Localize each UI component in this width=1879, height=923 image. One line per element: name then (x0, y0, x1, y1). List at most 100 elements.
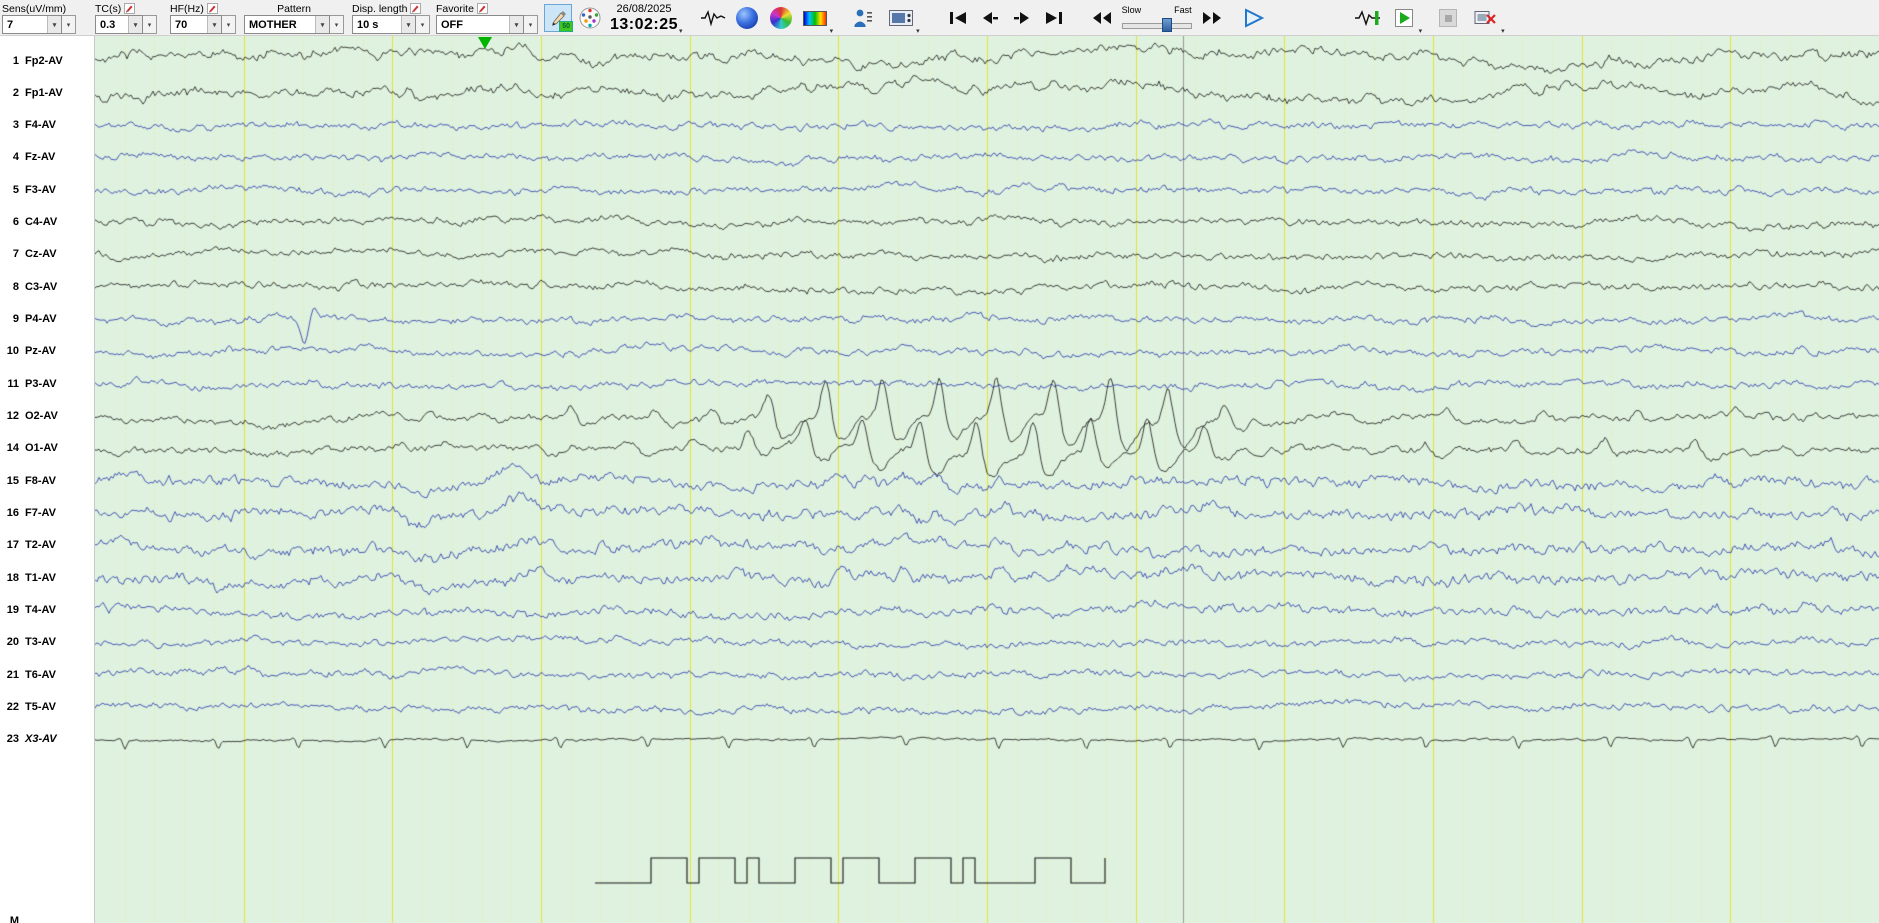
channel-row[interactable]: 7 Cz-AV (0, 246, 94, 263)
step-back-button[interactable] (976, 4, 1004, 32)
tc-select[interactable]: 0.3 ▾ (95, 15, 143, 34)
topo-map-button[interactable] (733, 4, 761, 32)
electrode-map-button[interactable] (576, 4, 604, 32)
video-button[interactable] (887, 4, 915, 32)
sensitivity-group: Sens(uV/mm) 7 ▾ ▾ (2, 0, 76, 34)
fast-label: Fast (1174, 4, 1192, 15)
channel-number: 9 (12, 313, 19, 326)
datetime-display: 26/08/2025 13:02:25 (610, 0, 678, 33)
channel-row[interactable]: 11 P3-AV (0, 375, 94, 392)
channel-row[interactable]: 5 F3-AV (0, 181, 94, 198)
channel-label: X3-AV (25, 733, 57, 746)
monitor-x-icon (1474, 9, 1498, 27)
close-review-button[interactable] (1472, 4, 1500, 32)
channel-row[interactable]: 6 C4-AV (0, 214, 94, 231)
hf-alt-dropdown[interactable]: ▾ (222, 15, 236, 34)
channel-number: 17 (6, 539, 19, 552)
auto-play-dropdown-icon[interactable]: ▾ (1419, 27, 1423, 35)
disp-length-value: 10 s (357, 18, 379, 31)
channel-row[interactable]: 4 Fz-AV (0, 149, 94, 166)
favorite-value: OFF (441, 18, 463, 31)
disp-length-select[interactable]: 10 s ▾ (352, 15, 416, 34)
close-review-dropdown-icon[interactable]: ▾ (1501, 27, 1505, 35)
fast-forward-button[interactable] (1198, 4, 1226, 32)
waveform-view-button[interactable] (699, 4, 727, 32)
channel-label: Fp2-AV (25, 54, 63, 67)
channel-row[interactable]: 14 O1-AV (0, 440, 94, 457)
channel-number: 21 (6, 668, 19, 681)
channel-label: P4-AV (25, 313, 57, 326)
channel-row[interactable]: 8 C3-AV (0, 278, 94, 295)
speed-slider-handle[interactable] (1161, 17, 1172, 32)
favorite-select[interactable]: OFF ▾ (436, 15, 524, 34)
pattern-select[interactable]: MOTHER ▾ (244, 15, 330, 34)
channel-row[interactable]: 10 Pz-AV (0, 343, 94, 360)
channel-number: 8 (12, 280, 19, 293)
edit-icon[interactable] (206, 3, 218, 14)
edit-icon[interactable] (476, 3, 488, 14)
channel-label: T4-AV (25, 604, 56, 617)
channel-number: 4 (12, 151, 19, 164)
channel-label: F7-AV (25, 507, 56, 520)
patient-info-button[interactable] (849, 4, 877, 32)
channel-label: F4-AV (25, 119, 56, 132)
electrode-map-icon (578, 6, 602, 30)
annotation-pen-button[interactable]: 50 (544, 4, 573, 32)
channel-row[interactable]: 21 T6-AV (0, 666, 94, 683)
skip-end-button[interactable] (1040, 4, 1068, 32)
channel-row[interactable]: 17 T2-AV (0, 537, 94, 554)
fast-rewind-button[interactable] (1088, 4, 1116, 32)
view-options-dropdown-icon[interactable]: ▾ (830, 27, 834, 35)
channel-row[interactable]: 15 F8-AV (0, 472, 94, 489)
hf-value: 70 (175, 18, 188, 31)
pattern-alt-dropdown[interactable]: ▾ (330, 15, 344, 34)
fast-rewind-icon (1092, 11, 1112, 25)
datetime-dropdown-icon[interactable]: ▾ (679, 27, 683, 35)
chevron-down-icon: ▾ (509, 16, 523, 33)
tc-alt-dropdown[interactable]: ▾ (143, 15, 157, 34)
channel-number: 5 (12, 183, 19, 196)
review-wave-icon (1354, 9, 1382, 27)
review-wave-button[interactable] (1354, 4, 1382, 32)
edit-icon[interactable] (124, 3, 136, 14)
channel-row[interactable]: 16 F7-AV (0, 505, 94, 522)
edit-icon[interactable] (410, 3, 422, 14)
pause-disabled-button[interactable] (1434, 4, 1462, 32)
channel-row[interactable]: 12 O2-AV (0, 408, 94, 425)
channel-row[interactable]: 22 T5-AV (0, 699, 94, 716)
channel-label: Fp1-AV (25, 86, 63, 99)
channel-row[interactable]: M (0, 912, 94, 923)
page-marker-icon[interactable] (478, 37, 492, 49)
favorite-alt-dropdown[interactable]: ▾ (524, 15, 538, 34)
channel-label: C4-AV (25, 216, 58, 229)
channel-row[interactable]: 1 Fp2-AV (0, 52, 94, 69)
auto-play-button[interactable] (1390, 4, 1418, 32)
channel-row[interactable]: 2 Fp1-AV (0, 84, 94, 101)
channel-number: 19 (6, 604, 19, 617)
channel-row[interactable]: 23 X3-AV (0, 731, 94, 748)
skip-start-button[interactable] (944, 4, 972, 32)
disp-length-alt-dropdown[interactable]: ▾ (416, 15, 430, 34)
channel-row[interactable]: 19 T4-AV (0, 602, 94, 619)
eeg-waveform-canvas[interactable] (95, 36, 1879, 923)
channel-row[interactable]: 18 T1-AV (0, 569, 94, 586)
channel-row[interactable]: 20 T3-AV (0, 634, 94, 651)
date-display: 26/08/2025 (616, 3, 672, 15)
channel-label: Fz-AV (25, 151, 56, 164)
speed-slider[interactable] (1121, 17, 1192, 32)
slow-label: Slow (1121, 4, 1142, 15)
disp-length-group: Disp. length 10 s ▾ ▾ (352, 0, 430, 34)
play-button[interactable] (1240, 4, 1268, 32)
channel-label: T2-AV (25, 539, 56, 552)
colormap-button[interactable] (801, 4, 829, 32)
sensitivity-select[interactable]: 7 ▾ (2, 15, 62, 34)
sphere-map-button[interactable] (767, 4, 795, 32)
channel-row[interactable]: 3 F4-AV (0, 117, 94, 134)
step-forward-button[interactable] (1008, 4, 1036, 32)
channel-row[interactable]: 9 P4-AV (0, 311, 94, 328)
sensitivity-alt-dropdown[interactable]: ▾ (62, 15, 76, 34)
channel-label: T6-AV (25, 668, 56, 681)
hf-select[interactable]: 70 ▾ (170, 15, 222, 34)
channel-label: Pz-AV (25, 345, 56, 358)
video-dropdown-icon[interactable]: ▾ (916, 27, 920, 35)
